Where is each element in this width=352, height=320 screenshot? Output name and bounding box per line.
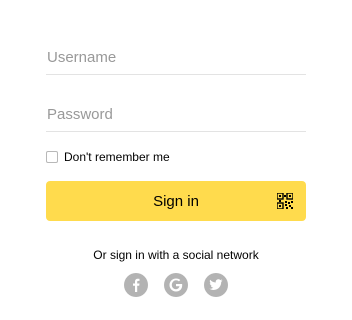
twitter-icon[interactable] (204, 273, 228, 297)
remember-me-label: Don't remember me (64, 150, 170, 164)
sign-in-button[interactable]: Sign in (46, 181, 306, 221)
username-input[interactable] (46, 41, 306, 75)
password-input[interactable] (46, 98, 306, 132)
social-sign-in-title: Or sign in with a social network (93, 248, 259, 262)
qr-code-icon[interactable] (277, 193, 293, 209)
checkbox-box[interactable] (46, 151, 58, 163)
social-buttons (124, 273, 228, 297)
sign-in-label: Sign in (153, 193, 199, 210)
facebook-icon[interactable] (124, 273, 148, 297)
google-icon[interactable] (164, 273, 188, 297)
remember-me-checkbox[interactable]: Don't remember me (46, 149, 170, 165)
